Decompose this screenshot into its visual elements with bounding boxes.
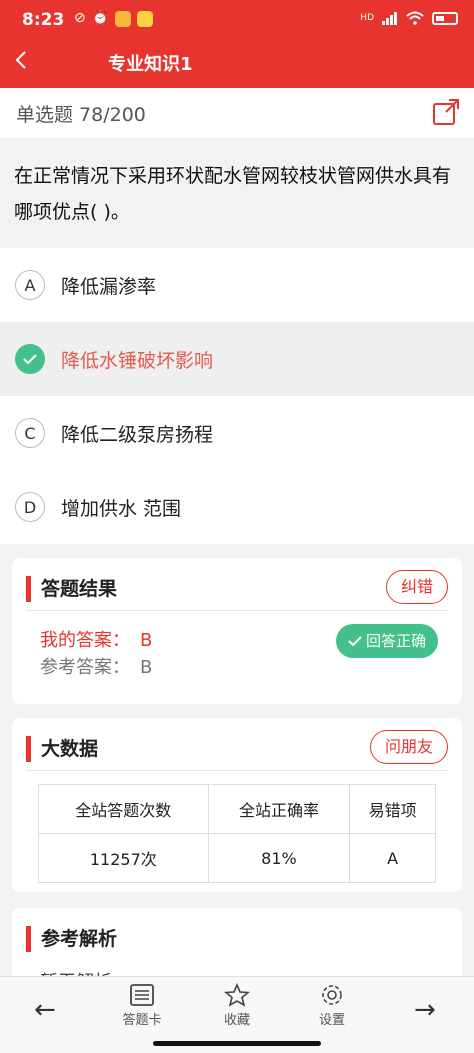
- option-text: 降低二级泵房扬程: [61, 423, 214, 446]
- home-indicator: [153, 1041, 321, 1046]
- list-icon: [130, 984, 154, 1006]
- card-title: 答题结果: [26, 576, 117, 602]
- signal-icon: [382, 11, 397, 25]
- option-text: 降低水锤破坏影响: [61, 349, 214, 372]
- report-error-button[interactable]: 纠错: [385, 570, 448, 604]
- check-icon: [15, 344, 45, 374]
- battery-icon: [432, 11, 458, 25]
- stats-table: 全站答题次数 全站正确率 易错项 11257次 81% A: [38, 784, 436, 883]
- correct-badge: 回答正确: [335, 624, 438, 658]
- check-icon: [348, 635, 362, 646]
- alarm-icon: ⏰: [91, 10, 110, 26]
- top-bar: 8:23 ⊘ ⏰ HD 专业知识1: [0, 0, 474, 88]
- option-d[interactable]: D 增加供水 范围: [0, 470, 474, 544]
- ask-friend-button[interactable]: 问朋友: [369, 730, 448, 764]
- chevron-left-icon: [15, 51, 26, 69]
- app-notification-icon: [115, 11, 132, 27]
- table-row: 11257次 81% A: [38, 833, 436, 883]
- tab-label: 设置: [318, 1013, 345, 1028]
- my-answer-label: 我的答案：: [40, 630, 130, 651]
- tab-favorite[interactable]: 收藏: [207, 983, 267, 1028]
- table-cell: A: [349, 833, 436, 883]
- option-letter: C: [15, 418, 45, 448]
- weibo-icon: [137, 11, 154, 27]
- table-header: 全站答题次数: [38, 784, 209, 834]
- answer-result-card: 答题结果 纠错 我的答案： B 参考答案： B 回答正确: [12, 558, 462, 704]
- page-title: 专业知识1: [108, 54, 193, 75]
- network-label: HD: [360, 13, 374, 23]
- question-type-label: 单选题 78/200: [16, 104, 146, 126]
- table-header: 全站正确率: [207, 784, 351, 834]
- status-right: HD: [360, 11, 458, 25]
- gear-icon: [322, 985, 342, 1005]
- my-answer-value: B: [140, 630, 153, 651]
- question-text: 在正常情况下采用环状配水管网较枝状管网供水具有哪项优点( )。: [0, 138, 474, 248]
- tab-label: 答题卡: [122, 1013, 162, 1028]
- correct-badge-label: 回答正确: [365, 632, 426, 650]
- status-bar: 8:23 ⊘ ⏰ HD: [0, 0, 474, 40]
- card-title: 参考解析: [26, 926, 117, 952]
- option-c[interactable]: C 降低二级泵房扬程: [0, 396, 474, 470]
- no-sound-icon: ⊘: [74, 10, 86, 26]
- divider: [26, 610, 448, 611]
- option-a[interactable]: A 降低漏渗率: [0, 248, 474, 322]
- wifi-icon: [406, 11, 424, 25]
- my-answer: 我的答案： B: [40, 626, 152, 652]
- card-title: 大数据: [26, 736, 98, 762]
- back-button[interactable]: [14, 48, 40, 78]
- ref-answer-label: 参考答案：: [40, 657, 130, 678]
- prev-question-button[interactable]: ←: [34, 995, 56, 1025]
- table-cell: 11257次: [38, 833, 209, 883]
- tab-settings[interactable]: 设置: [302, 983, 362, 1028]
- table-cell: 81%: [207, 833, 351, 883]
- app-header: 专业知识1: [0, 40, 474, 88]
- big-data-card: 大数据 问朋友 全站答题次数 全站正确率 易错项 11257次 81% A: [12, 718, 462, 892]
- analysis-text: 暂无解析: [40, 968, 112, 976]
- option-b[interactable]: 降低水锤破坏影响: [0, 322, 474, 396]
- share-icon[interactable]: [432, 98, 460, 126]
- question-type-row: 单选题 78/200: [0, 88, 474, 138]
- tab-answer-card[interactable]: 答题卡: [112, 983, 172, 1028]
- ref-answer-value: B: [140, 657, 153, 678]
- option-letter: D: [15, 492, 45, 522]
- star-icon: [224, 983, 250, 1007]
- status-icons: ⊘ ⏰: [60, 10, 154, 27]
- option-text: 增加供水 范围: [61, 497, 182, 520]
- reference-answer: 参考答案： B: [40, 653, 152, 679]
- tab-label: 收藏: [223, 1013, 250, 1028]
- status-time: 8:23: [22, 10, 65, 30]
- table-header-row: 全站答题次数 全站正确率 易错项: [38, 784, 436, 834]
- option-text: 降低漏渗率: [61, 275, 157, 298]
- divider: [26, 770, 448, 771]
- next-question-button[interactable]: →: [414, 995, 436, 1025]
- option-letter: A: [15, 270, 45, 300]
- table-header: 易错项: [349, 784, 436, 834]
